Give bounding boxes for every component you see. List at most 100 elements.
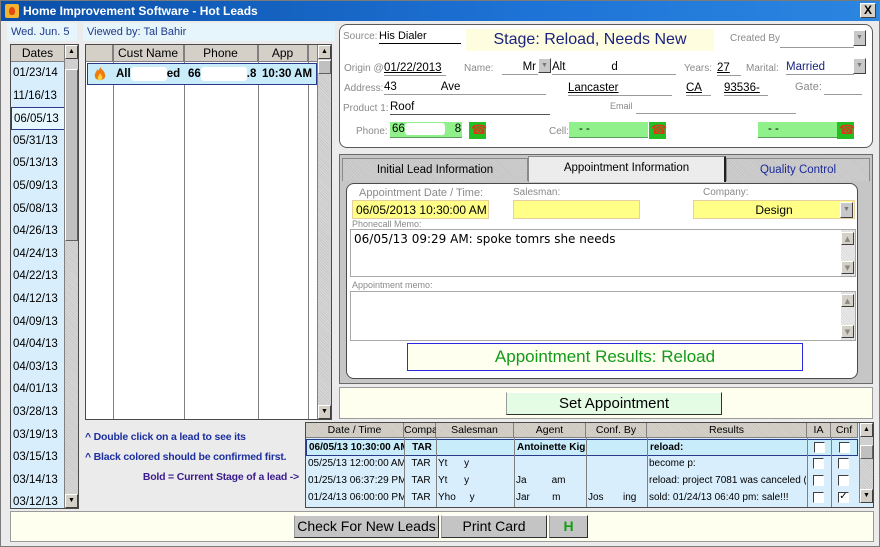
history-cnf-checkbox[interactable]: ✓ <box>838 492 849 503</box>
marital-dropdown-icon[interactable]: ▼ <box>853 58 866 74</box>
product-field[interactable]: Roof <box>390 100 550 115</box>
leads-header-cust-name[interactable]: Cust Name <box>113 45 184 62</box>
phone-field[interactable]: 66 8 <box>390 122 462 138</box>
leads-header-phone[interactable]: Phone <box>184 45 258 62</box>
history-row[interactable]: 06/05/13 10:30:00 AM TAR Antoinette Kig rel… <box>306 439 858 456</box>
cell-field[interactable]: - - <box>569 122 648 138</box>
viewed-by-label: Viewed by: Tal Bahir <box>83 23 335 41</box>
scroll-up-icon[interactable]: ▲ <box>841 294 854 307</box>
print-card-button[interactable]: Print Card <box>441 515 547 538</box>
date-item[interactable]: 04/22/13 <box>11 265 65 288</box>
appt-memo-scrollbar[interactable]: ▲ ▼ <box>841 292 855 340</box>
appointment-memo[interactable]: ▲ ▼ <box>350 291 856 341</box>
dates-scrollbar[interactable]: ▲ ▼ <box>64 45 78 508</box>
company-field[interactable]: Design <box>693 200 855 219</box>
title-field[interactable]: Mr <box>502 60 538 75</box>
tab-quality-control[interactable]: Quality Control <box>726 158 870 181</box>
city-field[interactable]: Lancaster <box>568 81 672 96</box>
leads-scroll-thumb[interactable] <box>318 60 331 74</box>
history-cnf-checkbox[interactable] <box>839 442 850 453</box>
check-new-leads-button[interactable]: Check For New Leads <box>294 515 439 538</box>
hist-header-salesman[interactable]: Salesman <box>436 423 514 438</box>
scroll-down-icon[interactable]: ▼ <box>65 494 78 508</box>
dates-header[interactable]: Dates <box>11 45 65 62</box>
company-dropdown-icon[interactable]: ▼ <box>840 202 853 218</box>
date-item[interactable]: 01/23/14 <box>11 62 65 85</box>
phonecall-memo[interactable]: 06/05/13 09:29 AM: spoke tomrs she needs… <box>350 229 856 277</box>
phonecall-memo-scrollbar[interactable]: ▲ ▼ <box>841 230 855 276</box>
date-item[interactable]: 11/16/13 <box>11 85 65 108</box>
email-field[interactable] <box>636 99 796 114</box>
leads-header-app-date[interactable]: App Date <box>258 45 308 77</box>
dates-scroll-thumb[interactable] <box>65 69 78 241</box>
hist-header-datetime[interactable]: Date / Time <box>306 423 404 438</box>
state-field[interactable]: CA <box>686 81 711 96</box>
phone3-field[interactable]: - - <box>758 122 838 138</box>
salesman-field[interactable] <box>513 200 640 219</box>
scroll-up-icon[interactable]: ▲ <box>860 423 873 437</box>
scroll-down-icon[interactable]: ▼ <box>318 405 331 419</box>
hist-header-cnf[interactable]: Cnf <box>831 423 858 438</box>
set-appointment-button[interactable]: Set Appointment <box>506 392 722 415</box>
close-button[interactable]: X <box>860 3 876 18</box>
scroll-up-icon[interactable]: ▲ <box>841 232 854 245</box>
date-item[interactable]: 06/05/13 <box>11 107 65 130</box>
tab-appointment-information[interactable]: Appointment Information <box>528 156 726 182</box>
history-cnf-checkbox[interactable] <box>838 475 849 486</box>
scroll-down-icon[interactable]: ▼ <box>841 325 854 338</box>
history-row[interactable]: 01/24/13 06:00:00 PM TAR Yho y Jar m Jos ing… <box>306 490 858 507</box>
leads-scrollbar[interactable]: ▲ ▼ <box>317 45 331 419</box>
history-ia-checkbox[interactable] <box>813 475 824 486</box>
date-item[interactable]: 04/26/13 <box>11 220 65 243</box>
call-phone3-icon[interactable] <box>837 122 855 139</box>
hist-header-company[interactable]: Compa <box>404 423 438 438</box>
date-item[interactable]: 04/12/13 <box>11 288 65 311</box>
history-row[interactable]: 01/25/13 06:37:29 PM TAR Yt y Ja am reload: … <box>306 473 858 490</box>
history-ia-checkbox[interactable] <box>813 458 824 469</box>
lead-row[interactable]: All ed 66.8 10:30 AM <box>87 63 317 85</box>
tab-initial-lead-information[interactable]: Initial Lead Information <box>342 158 528 181</box>
gate-field[interactable] <box>824 80 862 95</box>
zip-field[interactable]: 93536- <box>724 81 768 96</box>
scroll-up-icon[interactable]: ▲ <box>65 45 78 59</box>
h-button[interactable]: H <box>549 515 588 538</box>
years-field[interactable]: 27 <box>717 61 741 76</box>
date-item[interactable]: 04/24/13 <box>11 243 65 266</box>
hist-header-agent[interactable]: Agent <box>514 423 586 438</box>
history-scroll-thumb[interactable] <box>860 445 873 459</box>
date-item[interactable]: 05/08/13 <box>11 198 65 221</box>
origin-field[interactable]: 01/22/2013 <box>384 61 446 76</box>
history-ia-checkbox[interactable] <box>814 442 825 453</box>
date-item[interactable]: 04/01/13 <box>11 378 65 401</box>
date-item[interactable]: 04/04/13 <box>11 333 65 356</box>
appt-date-field[interactable]: 06/05/2013 10:30:00 AM <box>352 200 489 219</box>
date-item[interactable]: 04/03/13 <box>11 356 65 379</box>
scroll-up-icon[interactable]: ▲ <box>318 45 331 59</box>
date-item[interactable]: 05/31/13 <box>11 130 65 153</box>
date-item[interactable]: 05/09/13 <box>11 175 65 198</box>
date-item[interactable]: 03/15/13 <box>11 446 65 469</box>
date-item[interactable]: 04/09/13 <box>11 311 65 334</box>
history-scrollbar[interactable]: ▲ ▼ <box>859 423 873 503</box>
source-field[interactable]: His Dialer <box>379 29 461 44</box>
created-by-dropdown-icon[interactable]: ▼ <box>853 30 866 46</box>
scroll-down-icon[interactable]: ▼ <box>860 489 873 503</box>
address-field[interactable]: 43 Ave <box>384 80 546 95</box>
name-field[interactable]: Alt d <box>552 60 676 75</box>
date-item[interactable]: 05/13/13 <box>11 152 65 175</box>
history-ia-checkbox[interactable] <box>813 492 824 503</box>
date-item[interactable]: 03/14/13 <box>11 469 65 492</box>
marital-field[interactable]: Married <box>786 60 854 75</box>
hist-header-conf-by[interactable]: Conf. By <box>586 423 647 438</box>
history-row[interactable]: 05/25/13 12:00:00 AM TAR Yt y become p: <box>306 456 858 473</box>
created-by-field[interactable] <box>780 33 854 48</box>
call-phone-icon[interactable] <box>469 122 487 139</box>
date-item[interactable]: 03/28/13 <box>11 401 65 424</box>
hist-header-results[interactable]: Results <box>647 423 807 438</box>
scroll-down-icon[interactable]: ▼ <box>841 261 854 274</box>
title-dropdown-icon[interactable]: ▼ <box>538 58 551 73</box>
hist-header-ia[interactable]: IA <box>807 423 831 438</box>
history-cnf-checkbox[interactable] <box>838 458 849 469</box>
date-item[interactable]: 03/19/13 <box>11 424 65 447</box>
call-cell-icon[interactable] <box>649 122 667 139</box>
